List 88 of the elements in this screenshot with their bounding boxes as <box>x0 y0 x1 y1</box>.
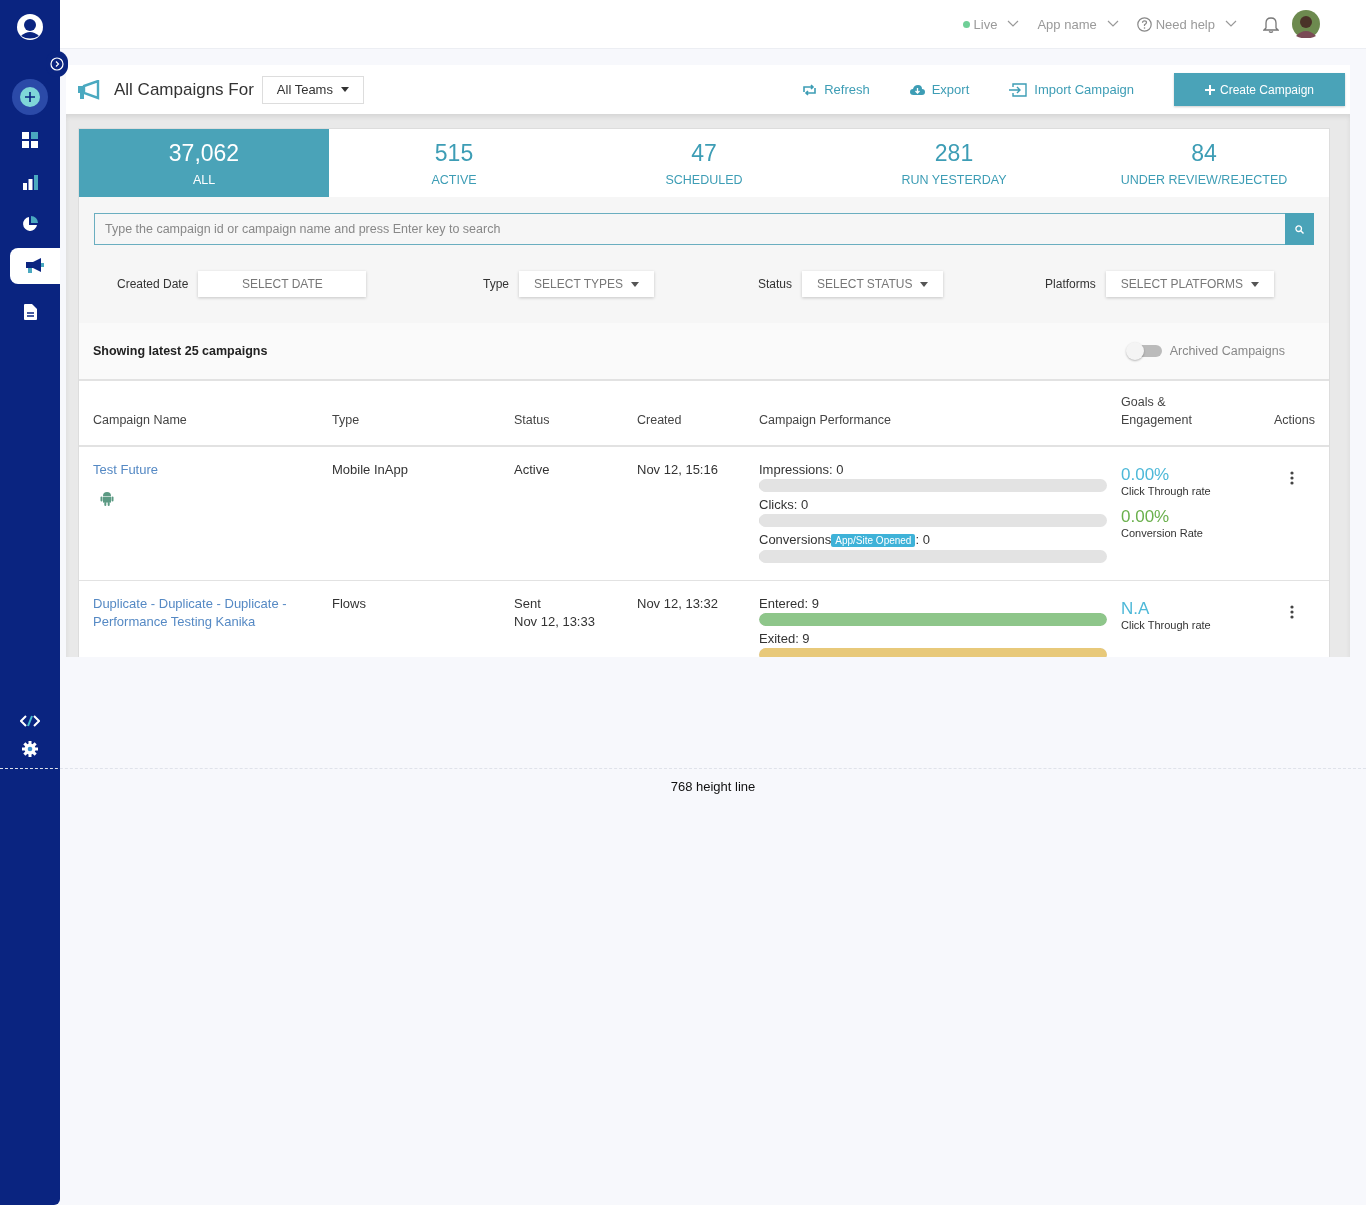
chevron-down-icon <box>1225 20 1237 28</box>
goal-label: Click Through rate <box>1121 619 1211 631</box>
stat-tab[interactable]: 515 ACTIVE <box>329 129 579 197</box>
column-header: Status <box>514 412 551 429</box>
notifications-button[interactable] <box>1263 15 1279 33</box>
avatar-icon <box>1292 10 1320 38</box>
megaphone-icon <box>26 258 44 274</box>
app-dropdown[interactable]: App name <box>1037 16 1119 32</box>
refresh-button[interactable]: Refresh <box>802 82 870 97</box>
stat-tab[interactable]: 37,062 ALL <box>79 129 329 197</box>
avatar-button[interactable] <box>1292 10 1320 38</box>
goal-value: N.A <box>1121 599 1150 619</box>
import-button[interactable]: Import Campaign <box>1009 82 1134 97</box>
code-icon <box>20 714 40 728</box>
page-title: All Campaigns For <box>114 79 254 100</box>
column-header: Goals & Engagement <box>1121 394 1193 429</box>
column-header: Type <box>332 412 361 429</box>
plus-icon <box>19 86 41 108</box>
table-cell-text: Nov 12, 13:32 <box>637 595 719 613</box>
summary-text: Showing latest 25 campaigns <box>93 344 269 358</box>
search-field[interactable]: Type the campaign id or campaign name and press Enter key to search <box>94 213 1285 245</box>
more-icon <box>1290 471 1294 485</box>
chevron-down-icon <box>1007 20 1020 28</box>
stat-tab[interactable]: 281 RUN YESTERDAY <box>829 129 1079 197</box>
status-text: Nov 12, 13:33 <box>514 613 595 631</box>
table-cell-text: Flows <box>332 595 367 613</box>
goal-label: Click Through rate <box>1121 485 1211 497</box>
column-header: Created <box>637 412 683 429</box>
search-icon <box>1295 224 1304 234</box>
metric-label: Exited: 9 <box>759 630 811 647</box>
goal-value: 0.00% <box>1121 465 1170 485</box>
create-button[interactable] <box>12 79 48 115</box>
more-button[interactable] <box>1290 471 1294 485</box>
status-text: Active <box>514 461 550 479</box>
help-dropdown[interactable]: Need help <box>1136 16 1237 32</box>
metric-label: Impressions: 0 <box>759 461 845 478</box>
date-picker[interactable]: SELECT DATE <box>198 271 367 297</box>
import-icon <box>1009 82 1028 97</box>
filter-label: Status <box>758 277 793 291</box>
column-header: Campaign Name <box>93 412 188 429</box>
goal-label: Conversion Rate <box>1121 527 1203 539</box>
metric-label: Entered: 9 <box>759 595 820 612</box>
filter-label: Created Date <box>117 277 189 291</box>
more-icon <box>1290 605 1294 619</box>
grid-icon <box>22 132 38 148</box>
nav-item[interactable] <box>10 248 60 284</box>
guide-label: 768 height line <box>669 779 757 794</box>
megaphone-icon <box>78 79 102 100</box>
more-button[interactable] <box>1290 605 1294 619</box>
filter-dropdown[interactable]: SELECT STATUS <box>802 271 944 297</box>
caret-icon <box>631 281 639 287</box>
goal-value: 0.00% <box>1121 507 1170 527</box>
status-text: Sent <box>514 595 541 613</box>
stat-tab[interactable]: 47 SCHEDULED <box>579 129 829 197</box>
chevron-right-icon <box>50 57 64 71</box>
table-cell-text: Nov 12, 15:16 <box>637 461 719 479</box>
create-campaign-button[interactable]: Create Campaign <box>1174 73 1345 106</box>
archived-toggle[interactable] <box>1127 345 1162 357</box>
bar-chart-icon <box>22 174 38 190</box>
help-icon <box>1136 16 1152 32</box>
chevron-down-icon <box>1106 20 1119 28</box>
settings-icon <box>22 741 38 757</box>
caret-icon <box>1251 281 1259 287</box>
filter-dropdown[interactable]: SELECT TYPES <box>519 271 654 297</box>
column-header: Actions <box>1273 412 1316 429</box>
bell-icon <box>1263 15 1279 33</box>
campaign-link[interactable]: Test Future <box>93 461 189 479</box>
metric-label: Clicks: 0 <box>759 496 810 513</box>
metric-label: Conversions App/Site Opened : 0 <box>759 531 931 549</box>
export-button[interactable]: Export <box>909 82 970 97</box>
cloud-download-icon <box>909 83 925 96</box>
toggle-label: Archived Campaigns <box>1169 344 1285 358</box>
stat-tab[interactable]: 84 UNDER REVIEW/REJECTED <box>1079 129 1329 197</box>
campaign-link[interactable]: Duplicate - Duplicate - Duplicate - Performance Testing Kanika <box>93 595 332 631</box>
plus-icon <box>1204 84 1215 95</box>
filter-label: Type <box>483 277 510 291</box>
column-header: Campaign Performance <box>759 412 892 429</box>
refresh-icon <box>802 83 818 96</box>
caret-icon <box>920 281 929 287</box>
environment-dropdown[interactable]: Live <box>962 16 1020 32</box>
pie-chart-icon <box>22 216 38 232</box>
filter-label: Platforms <box>1045 277 1096 291</box>
team-dropdown[interactable]: All Teams <box>261 75 364 104</box>
filter-dropdown[interactable]: SELECT PLATFORMS <box>1105 271 1274 297</box>
user-logo-icon <box>16 13 44 41</box>
table-cell-text: Mobile InApp <box>332 461 409 479</box>
document-icon <box>23 304 37 320</box>
caret-icon <box>340 87 349 92</box>
